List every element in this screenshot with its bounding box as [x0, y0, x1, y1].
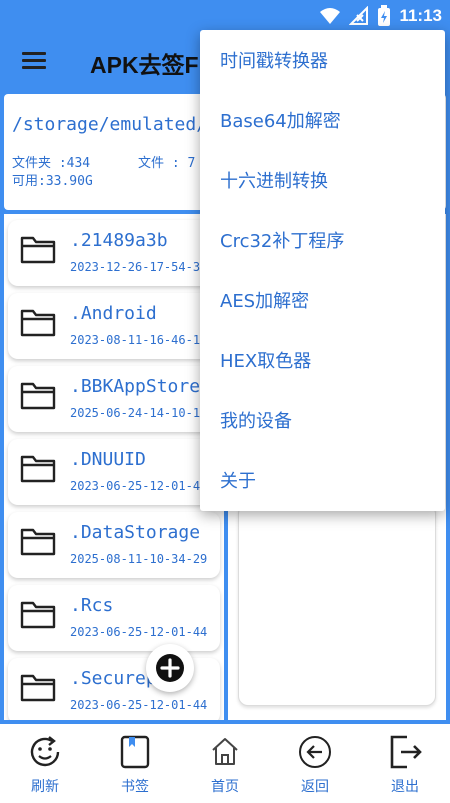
- file-item[interactable]: .Android 2023-08-11-16-46-1: [8, 293, 220, 359]
- add-button[interactable]: [146, 644, 194, 692]
- menu-item-label: AES加解密: [220, 291, 310, 312]
- current-path: /storage/emulated/: [12, 114, 208, 135]
- file-date: 2023-12-26-17-54-3: [70, 260, 201, 274]
- available-space: 可用:33.90G: [12, 174, 93, 189]
- back-arrow-icon: [299, 736, 331, 768]
- hamburger-menu-icon[interactable]: [18, 48, 52, 78]
- nav-label-exit: 退出: [391, 779, 419, 795]
- file-date: 2023-06-25-12-01-4: [70, 479, 201, 493]
- menu-item-label: 时间戳转换器: [220, 51, 328, 72]
- menu-item-crc32-patch[interactable]: Crc32补丁程序: [200, 210, 445, 270]
- file-count: 文件 : 7: [138, 156, 196, 171]
- menu-item-label: 关于: [220, 471, 256, 492]
- file-name: .21489a3b: [70, 230, 168, 251]
- folder-icon: [20, 528, 56, 556]
- file-date: 2023-06-25-12-01-44: [70, 625, 208, 639]
- home-button[interactable]: 首页: [180, 724, 270, 803]
- file-name: .BBKAppStore: [70, 376, 201, 397]
- nav-label-bookmark: 书签: [121, 779, 149, 795]
- file-name: .Rcs: [70, 595, 114, 616]
- home-icon: [212, 738, 238, 765]
- menu-item-base64[interactable]: Base64加解密: [200, 90, 445, 150]
- status-time: 11:13: [399, 6, 442, 25]
- nav-label-refresh: 刷新: [31, 779, 59, 795]
- folder-icon: [20, 382, 56, 410]
- bottom-nav: 刷新 书签 首页 返回 退出: [0, 722, 450, 803]
- file-name: .DataStorage: [70, 522, 201, 543]
- secondary-card: [238, 504, 436, 706]
- folder-icon: [20, 674, 56, 702]
- add-circle-icon: [156, 654, 184, 682]
- menu-item-hex-converter[interactable]: 十六进制转换: [200, 150, 445, 210]
- status-icons: 11:13: [319, 4, 442, 28]
- status-bar: 11:13: [0, 0, 450, 32]
- bookmark-button[interactable]: 书签: [90, 724, 180, 803]
- folder-icon: [20, 601, 56, 629]
- folder-count: 文件夹 :434: [12, 156, 91, 171]
- menu-item-about[interactable]: 关于: [200, 450, 445, 510]
- nav-label-back: 返回: [301, 779, 329, 795]
- battery-charging-icon: [378, 5, 391, 26]
- back-button[interactable]: 返回: [270, 724, 360, 803]
- folder-icon: [20, 236, 56, 264]
- file-item[interactable]: .DataStorage 2025-08-11-10-34-29: [8, 512, 220, 578]
- file-date: 2025-06-24-14-10-1: [70, 406, 201, 420]
- file-date: 2023-06-25-12-01-44: [70, 698, 208, 712]
- file-name: .Android: [70, 303, 157, 324]
- app-title: APK去签F: [90, 52, 199, 78]
- bookmark-icon: [120, 735, 150, 769]
- exit-icon: [390, 735, 422, 769]
- menu-item-label: 我的设备: [220, 411, 292, 432]
- file-item[interactable]: .DNUUID 2023-06-25-12-01-4: [8, 439, 220, 505]
- refresh-face-icon: [30, 736, 60, 767]
- file-name: .DNUUID: [70, 449, 146, 470]
- menu-item-label: Crc32补丁程序: [220, 231, 345, 252]
- file-item[interactable]: .Rcs 2023-06-25-12-01-44: [8, 585, 220, 651]
- menu-item-hex-color-picker[interactable]: HEX取色器: [200, 330, 445, 390]
- file-item[interactable]: .21489a3b 2023-12-26-17-54-3: [8, 220, 220, 286]
- file-date: 2025-08-11-10-34-29: [70, 552, 208, 566]
- refresh-button[interactable]: 刷新: [0, 724, 90, 803]
- nav-label-home: 首页: [211, 779, 239, 795]
- folder-icon: [20, 309, 56, 337]
- menu-item-aes[interactable]: AES加解密: [200, 270, 445, 330]
- menu-item-label: 十六进制转换: [220, 171, 328, 192]
- file-item[interactable]: .BBKAppStore 2025-06-24-14-10-1: [8, 366, 220, 432]
- folder-icon: [20, 455, 56, 483]
- file-name: .Securep: [70, 668, 157, 689]
- menu-item-timestamp-converter[interactable]: 时间戳转换器: [200, 30, 445, 90]
- signal-off-icon: [349, 6, 369, 25]
- overflow-menu: 时间戳转换器 Base64加解密 十六进制转换 Crc32补丁程序 AES加解密…: [200, 30, 445, 511]
- exit-button[interactable]: 退出: [360, 724, 450, 803]
- wifi-icon: [320, 8, 341, 24]
- menu-item-label: HEX取色器: [220, 351, 312, 372]
- menu-item-label: Base64加解密: [220, 111, 341, 132]
- file-date: 2023-08-11-16-46-1: [70, 333, 201, 347]
- menu-item-my-device[interactable]: 我的设备: [200, 390, 445, 450]
